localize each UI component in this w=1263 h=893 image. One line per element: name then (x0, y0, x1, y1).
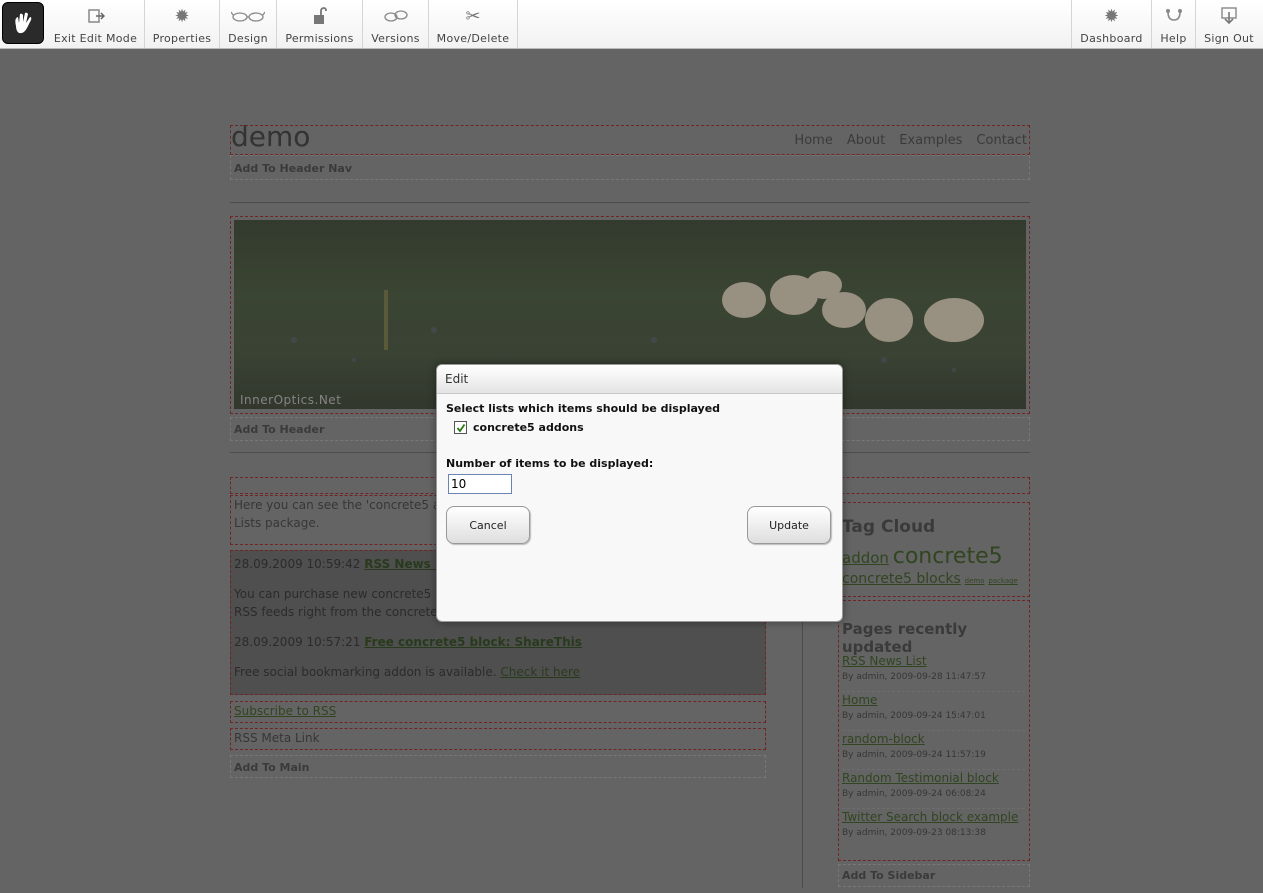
move-delete-button[interactable]: ✂ Move/Delete (429, 0, 518, 48)
design-button[interactable]: Design (220, 0, 277, 48)
design-label: Design (228, 32, 268, 45)
concrete5-addons-label[interactable]: concrete5 addons (473, 421, 584, 434)
properties-icon: ✹ (174, 5, 190, 27)
help-button[interactable]: Help (1151, 0, 1195, 48)
dashboard-icon: ✹ (1103, 5, 1120, 27)
count-label: Number of items to be displayed: (446, 457, 654, 470)
edit-dialog: Edit Select lists which items should be … (436, 364, 843, 622)
scissors-icon: ✂ (465, 5, 481, 27)
sign-out-button[interactable]: Sign Out (1195, 0, 1262, 48)
sign-out-label: Sign Out (1204, 32, 1254, 45)
items-count-input[interactable] (448, 474, 512, 494)
design-glasses-icon (231, 4, 265, 28)
versions-button[interactable]: Versions (363, 0, 429, 48)
versions-label: Versions (371, 32, 420, 45)
edit-toolbar: Exit Edit Mode ✹ Properties Design Permi… (0, 0, 1263, 49)
dialog-title[interactable]: Edit (437, 365, 842, 394)
move-delete-label: Move/Delete (436, 32, 510, 45)
exit-edit-mode-label: Exit Edit Mode (53, 32, 138, 45)
lock-icon (313, 4, 327, 28)
concrete5-addons-checkbox[interactable] (454, 421, 467, 434)
cancel-button[interactable]: Cancel (446, 506, 530, 544)
properties-button[interactable]: ✹ Properties (145, 0, 220, 48)
permissions-button[interactable]: Permissions (277, 0, 363, 48)
dashboard-label: Dashboard (1080, 32, 1143, 45)
list-option-row[interactable]: concrete5 addons (454, 421, 584, 434)
help-label: Help (1160, 32, 1187, 45)
exit-edit-icon (87, 4, 105, 28)
lists-label: Select lists which items should be displ… (446, 402, 721, 415)
concrete5-logo-icon[interactable] (2, 2, 44, 44)
sign-out-icon (1220, 4, 1238, 28)
permissions-label: Permissions (285, 32, 354, 45)
properties-label: Properties (152, 32, 212, 45)
help-icon (1165, 4, 1183, 28)
versions-icon (383, 4, 409, 28)
dashboard-button[interactable]: ✹ Dashboard (1071, 0, 1151, 48)
exit-edit-mode-button[interactable]: Exit Edit Mode (47, 0, 145, 48)
update-button[interactable]: Update (747, 506, 831, 544)
